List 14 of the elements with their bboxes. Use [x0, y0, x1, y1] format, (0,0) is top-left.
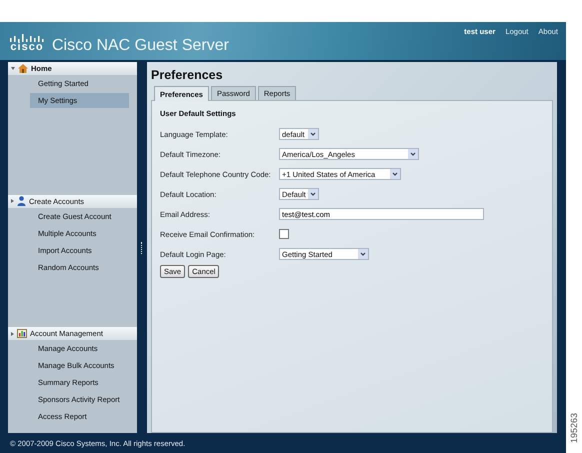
page-title: Preferences: [151, 68, 224, 82]
person-icon: [17, 196, 26, 206]
logo-text: cisco: [10, 42, 44, 52]
figure-number: 195263: [569, 412, 579, 444]
caret-icon: [308, 189, 318, 199]
caret-icon: [408, 149, 418, 159]
checkbox[interactable]: [279, 229, 289, 239]
caret-icon: [308, 129, 318, 139]
caret-icon: [390, 169, 400, 179]
house-icon: [18, 64, 28, 73]
product-title: Cisco NAC Guest Server: [52, 37, 229, 55]
caret-icon: [358, 249, 368, 259]
chart-icon: [17, 329, 27, 338]
logo-bars-icon: [10, 34, 44, 42]
